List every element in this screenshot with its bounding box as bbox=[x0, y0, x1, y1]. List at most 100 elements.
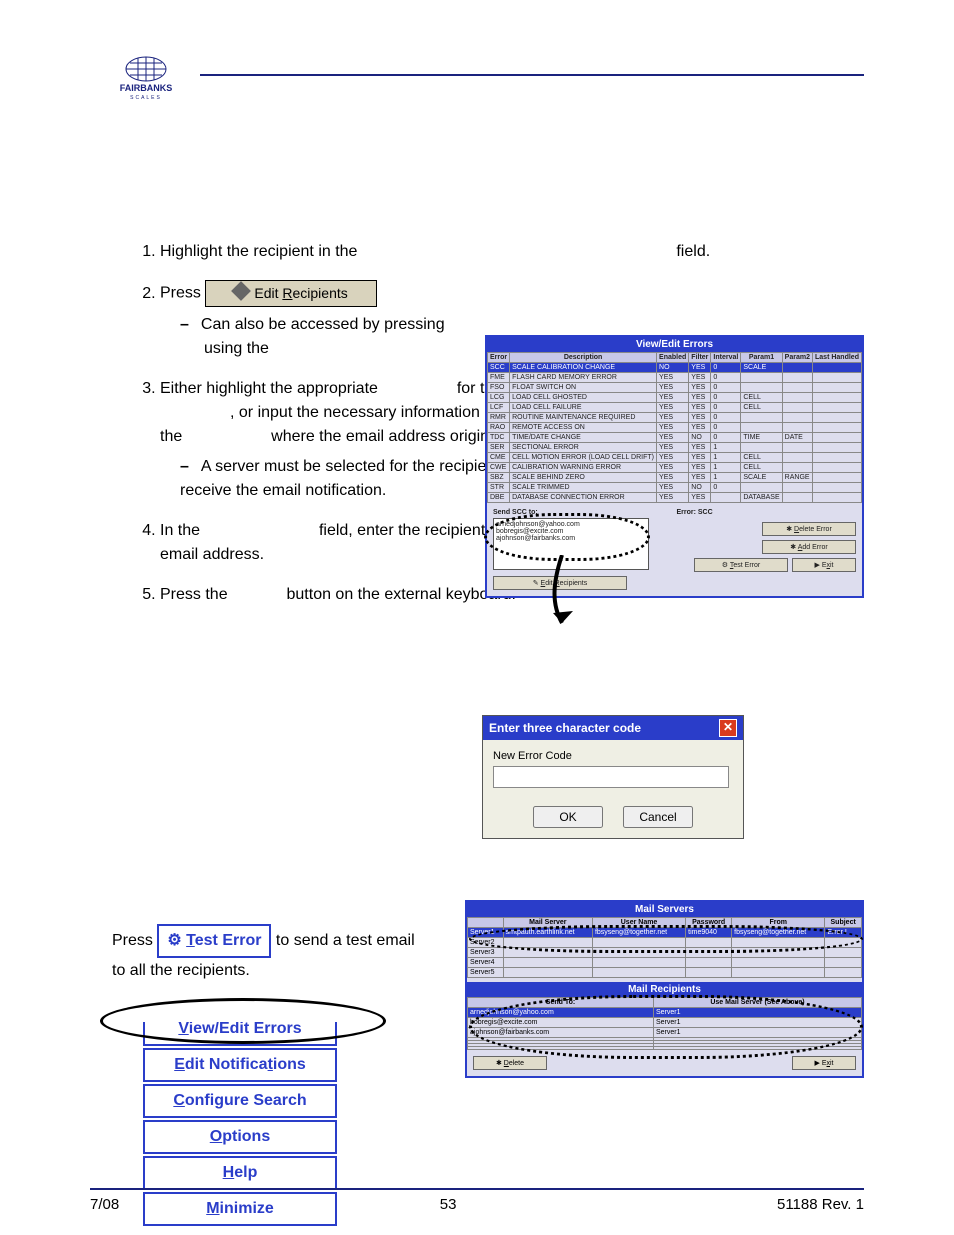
svg-text:SCALES: SCALES bbox=[130, 95, 162, 99]
text: Press bbox=[112, 932, 153, 949]
table-row[interactable]: LCGLOAD CELL GHOSTEDYESYES0CELL bbox=[488, 393, 862, 403]
menu-options[interactable]: Options bbox=[143, 1120, 337, 1154]
new-error-code-dialog: Enter three character code ✕ New Error C… bbox=[482, 715, 744, 839]
mail-servers-title: Mail Servers bbox=[467, 902, 862, 917]
col-header: Subject bbox=[825, 918, 862, 928]
col-header: Description bbox=[510, 353, 657, 363]
step-4: In the field, enter the recipient's emai… bbox=[160, 519, 530, 567]
test-error-paragraph: Press ⚙ Test Error to send a test email … bbox=[112, 924, 432, 983]
col-header: Param2 bbox=[782, 353, 812, 363]
delete-error-button[interactable]: ✱ Delete Error bbox=[762, 522, 856, 536]
text: field. bbox=[676, 243, 710, 260]
mail-recipients-title: Mail Recipients bbox=[467, 982, 862, 997]
col-header: Interval bbox=[711, 353, 741, 363]
error-label: Error: SCC bbox=[677, 509, 713, 516]
menu-edit-notifications[interactable]: Edit Notifications bbox=[143, 1048, 337, 1082]
exit-button[interactable]: ▶ Exit bbox=[792, 1056, 856, 1070]
col-header: Enabled bbox=[657, 353, 689, 363]
document-page: FAIRBANKS SCALES Highlight the recipient… bbox=[0, 0, 954, 1235]
dialog-title: Enter three character code bbox=[489, 721, 641, 735]
step-3: Either highlight the appropriate for the… bbox=[160, 377, 530, 503]
table-row[interactable]: FMEFLASH CARD MEMORY ERRORYESYES0 bbox=[488, 373, 862, 383]
substep: A server must be selected for the recipi… bbox=[180, 455, 530, 503]
col-header: User Name bbox=[592, 918, 685, 928]
text: Press the bbox=[160, 586, 228, 603]
ok-button[interactable]: OK bbox=[533, 806, 603, 828]
col-header: Password bbox=[686, 918, 732, 928]
mail-servers-window: Mail Servers Mail ServerUser NamePasswor… bbox=[465, 900, 864, 1078]
table-row[interactable]: CWECALIBRATION WARNING ERRORYESYES1CELL bbox=[488, 463, 862, 473]
menu-view-edit-errors[interactable]: View/Edit Errors bbox=[143, 1012, 337, 1046]
col-header: Error bbox=[488, 353, 510, 363]
text: using the bbox=[204, 340, 269, 357]
close-icon[interactable]: ✕ bbox=[719, 719, 737, 737]
list-item[interactable]: bobregis@excite.com bbox=[496, 528, 646, 535]
footer-page: 53 bbox=[440, 1196, 457, 1213]
step-1: Highlight the recipient in the field. bbox=[160, 240, 862, 264]
list-item[interactable]: ajohnson@fairbanks.com bbox=[496, 535, 646, 542]
text: Can also be accessed by pressing bbox=[201, 316, 445, 333]
add-error-button[interactable]: ✱ Add Error bbox=[762, 540, 856, 554]
footer-date: 7/08 bbox=[90, 1196, 119, 1213]
pencil-icon bbox=[231, 281, 251, 301]
edit-recipients-button[interactable]: Edit Recipients bbox=[205, 280, 376, 307]
new-error-code-input[interactable] bbox=[493, 766, 729, 788]
table-row[interactable]: TDCTIME/DATE CHANGEYESNO0TIMEDATE bbox=[488, 433, 862, 443]
table-row[interactable]: Server5 bbox=[468, 968, 862, 978]
text: Highlight the recipient in the bbox=[160, 243, 357, 260]
menu-help[interactable]: Help bbox=[143, 1156, 337, 1190]
test-error-button[interactable]: ⚙ Test Error bbox=[157, 924, 271, 958]
dialog-field-label: New Error Code bbox=[493, 750, 733, 762]
table-row[interactable]: SCCSCALE CALIBRATION CHANGENOYES0SCALE bbox=[488, 363, 862, 373]
col-header: Use Mail Server (See Above) bbox=[654, 998, 862, 1008]
window-title: View/Edit Errors bbox=[487, 337, 862, 352]
delete-button[interactable]: ✱ Delete bbox=[473, 1056, 547, 1070]
col-header: Param1 bbox=[741, 353, 782, 363]
table-row[interactable]: SBZSCALE BEHIND ZEROYESYES1SCALERANGE bbox=[488, 473, 862, 483]
table-row[interactable]: bobregis@excite.comServer1 bbox=[468, 1018, 862, 1028]
table-row[interactable]: LCFLOAD CELL FAILUREYESYES0CELL bbox=[488, 403, 862, 413]
table-row[interactable]: ajohnson@fairbanks.comServer1 bbox=[468, 1028, 862, 1038]
table-row[interactable]: Server1smtpauth.earthlink.netfbsyseng@to… bbox=[468, 928, 862, 938]
text: A server must be selected for the recipi… bbox=[180, 458, 518, 499]
table-row[interactable]: CMECELL MOTION ERROR (LOAD CELL DRIFT)YE… bbox=[488, 453, 862, 463]
col-header: Send To: bbox=[468, 998, 654, 1008]
table-row[interactable]: Server3 bbox=[468, 948, 862, 958]
errors-table: ErrorDescriptionEnabledFilterIntervalPar… bbox=[487, 352, 862, 503]
table-row[interactable]: STRSCALE TRIMMEDYESNO0 bbox=[488, 483, 862, 493]
table-row[interactable] bbox=[468, 1047, 862, 1050]
cancel-button[interactable]: Cancel bbox=[623, 806, 693, 828]
col-header bbox=[468, 918, 504, 928]
send-to-label: Send SCC to: bbox=[493, 509, 673, 516]
menu-configure-search[interactable]: Configure Search bbox=[143, 1084, 337, 1118]
col-header: Mail Server bbox=[503, 918, 592, 928]
table-row[interactable]: RAOREMOTE ACCESS ONYESYES0 bbox=[488, 423, 862, 433]
footer-doc: 51188 Rev. 1 bbox=[777, 1196, 864, 1213]
fairbanks-logo: FAIRBANKS SCALES bbox=[110, 55, 182, 104]
text: In the bbox=[160, 522, 200, 539]
svg-text:FAIRBANKS: FAIRBANKS bbox=[120, 83, 173, 93]
step-5: Press the button on the external keyboar… bbox=[160, 583, 530, 607]
text: field, enter the recipient's email addre… bbox=[160, 522, 496, 563]
table-row[interactable]: SERSECTIONAL ERRORYESYES1 bbox=[488, 443, 862, 453]
table-row[interactable]: Server4 bbox=[468, 958, 862, 968]
header-rule bbox=[200, 74, 864, 76]
list-item[interactable]: arnedjohnson@yahoo.com bbox=[496, 521, 646, 528]
mail-recipients-table: Send To:Use Mail Server (See Above)arned… bbox=[467, 997, 862, 1050]
text: Either highlight the appropriate bbox=[160, 380, 378, 397]
mail-servers-table: Mail ServerUser NamePasswordFromSubjectS… bbox=[467, 917, 862, 978]
text: Press bbox=[160, 285, 201, 302]
exit-button[interactable]: ▶ Exit bbox=[792, 558, 856, 572]
table-row[interactable]: DBEDATABASE CONNECTION ERRORYESYESDATABA… bbox=[488, 493, 862, 503]
table-row[interactable]: Server2 bbox=[468, 938, 862, 948]
table-row[interactable]: FSOFLOAT SWITCH ONYESYES0 bbox=[488, 383, 862, 393]
col-header: From bbox=[732, 918, 825, 928]
col-header: Filter bbox=[689, 353, 711, 363]
view-edit-errors-window: View/Edit Errors ErrorDescriptionEnabled… bbox=[485, 335, 864, 598]
table-row[interactable]: arnedjohnson@yahoo.comServer1 bbox=[468, 1008, 862, 1018]
label: Edit Recipients bbox=[254, 285, 347, 301]
table-row[interactable]: RMRROUTINE MAINTENANCE REQUIREDYESYES0 bbox=[488, 413, 862, 423]
col-header: Last Handled bbox=[812, 353, 861, 363]
page-footer: 7/08 53 51188 Rev. 1 bbox=[90, 1196, 864, 1213]
test-error-button[interactable]: ⚙ Test Error bbox=[694, 558, 788, 572]
